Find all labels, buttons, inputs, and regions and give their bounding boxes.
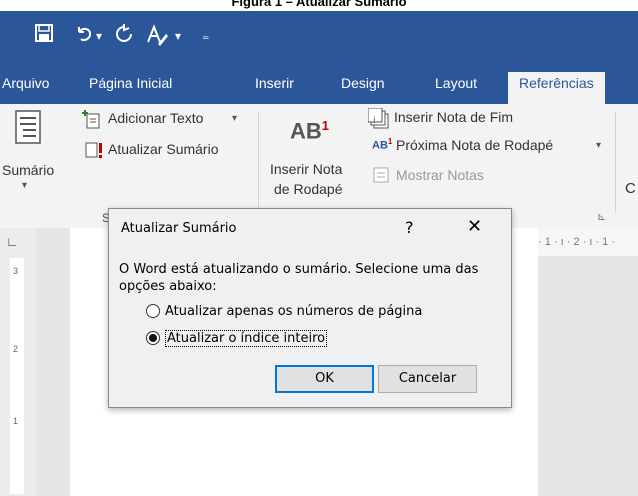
- footnote-dialog-launcher-icon[interactable]: ⊾: [597, 210, 606, 223]
- option-page-numbers-label: Atualizar apenas os números de página: [165, 303, 423, 319]
- adicionar-texto-dropdown-icon[interactable]: ▾: [232, 113, 237, 124]
- vertical-ruler-strip: 3 2 1: [10, 258, 24, 494]
- next-footnote-icon[interactable]: AB1: [372, 137, 392, 152]
- option-entire-table-label: Atualizar o índice inteiro: [165, 329, 328, 347]
- tab-inserir[interactable]: Inserir: [255, 75, 294, 91]
- tab-layout[interactable]: Layout: [435, 75, 477, 91]
- sumario-button[interactable]: Sumário: [2, 162, 54, 178]
- figure-caption: Figura 1 – Atualizar Sumário: [0, 0, 638, 11]
- font-format-icon[interactable]: [146, 24, 170, 51]
- help-button[interactable]: ?: [405, 218, 414, 237]
- tab-pagina-inicial[interactable]: Página Inicial: [89, 75, 172, 91]
- tab-design[interactable]: Design: [341, 75, 385, 91]
- table-of-contents-icon[interactable]: [14, 110, 44, 151]
- ruler-mark: 3: [13, 266, 19, 276]
- undo-icon[interactable]: [74, 24, 94, 49]
- option-entire-table[interactable]: Atualizar o índice inteiro: [146, 328, 328, 348]
- horizontal-ruler: · 1 · ı · 2 · ı · 1 ·: [538, 228, 638, 256]
- dialog-title: Atualizar Sumário: [121, 221, 237, 236]
- ruler-mark: 1: [13, 416, 19, 426]
- add-text-icon[interactable]: [82, 110, 102, 135]
- insert-footnote-icon[interactable]: AB1: [290, 118, 329, 144]
- proxima-nota-button[interactable]: Próxima Nota de Rodapé: [396, 137, 553, 153]
- format-dropdown-icon[interactable]: ▾: [175, 29, 181, 43]
- adicionar-texto-button[interactable]: Adicionar Texto: [108, 110, 203, 126]
- inserir-nota-button-line1[interactable]: Inserir Nota: [270, 161, 342, 177]
- group-separator: [258, 112, 259, 212]
- sumario-dropdown-icon[interactable]: ▾: [22, 180, 27, 191]
- ruler-mark: 2: [13, 344, 19, 354]
- cancel-button[interactable]: Cancelar: [378, 365, 477, 393]
- update-toc-icon[interactable]: [84, 140, 106, 165]
- save-icon[interactable]: [34, 23, 54, 48]
- ab-superscript: 1: [321, 118, 330, 133]
- atualizar-sumario-dialog: Atualizar Sumário ? ✕ O Word está atuali…: [108, 208, 512, 408]
- option-page-numbers-only[interactable]: Atualizar apenas os números de página: [146, 301, 422, 321]
- radio-entire-table[interactable]: [146, 331, 160, 345]
- proxima-nota-dropdown-icon[interactable]: ▾: [596, 140, 601, 151]
- radio-page-numbers-only[interactable]: [146, 304, 160, 318]
- quick-access-toolbar: ▾ ▾ ₌: [0, 11, 638, 66]
- svg-text:i: i: [373, 116, 376, 126]
- insert-endnote-icon[interactable]: i: [367, 107, 392, 135]
- tab-arquivo[interactable]: Arquivo: [2, 75, 49, 91]
- ab-glyph: AB: [290, 118, 322, 144]
- undo-dropdown-icon[interactable]: ▾: [96, 29, 102, 43]
- vertical-ruler: ∟ 3 2 1: [0, 228, 37, 496]
- dialog-message: O Word está atualizando o sumário. Selec…: [119, 262, 479, 294]
- inserir-nota-button-line2[interactable]: de Rodapé: [274, 181, 343, 197]
- close-button[interactable]: ✕: [467, 216, 482, 237]
- inserir-nota-de-fim-button[interactable]: Inserir Nota de Fim: [394, 109, 513, 125]
- group-separator: [615, 112, 616, 212]
- tab-referencias[interactable]: Referências: [508, 72, 605, 104]
- next-group-label: C: [625, 180, 636, 197]
- show-notes-icon: [373, 167, 389, 188]
- ok-button[interactable]: OK: [275, 365, 374, 393]
- customize-toolbar-icon[interactable]: ₌: [202, 28, 209, 44]
- ribbon-tabs: Arquivo Página Inicial Inserir Design La…: [0, 66, 638, 104]
- atualizar-sumario-button[interactable]: Atualizar Sumário: [108, 141, 219, 157]
- tab-selector-icon[interactable]: ∟: [6, 234, 19, 249]
- mostrar-notas-button: Mostrar Notas: [396, 167, 484, 183]
- caption-text: Figura 1 – Atualizar Sumário: [231, 0, 407, 9]
- redo-icon[interactable]: [114, 24, 134, 49]
